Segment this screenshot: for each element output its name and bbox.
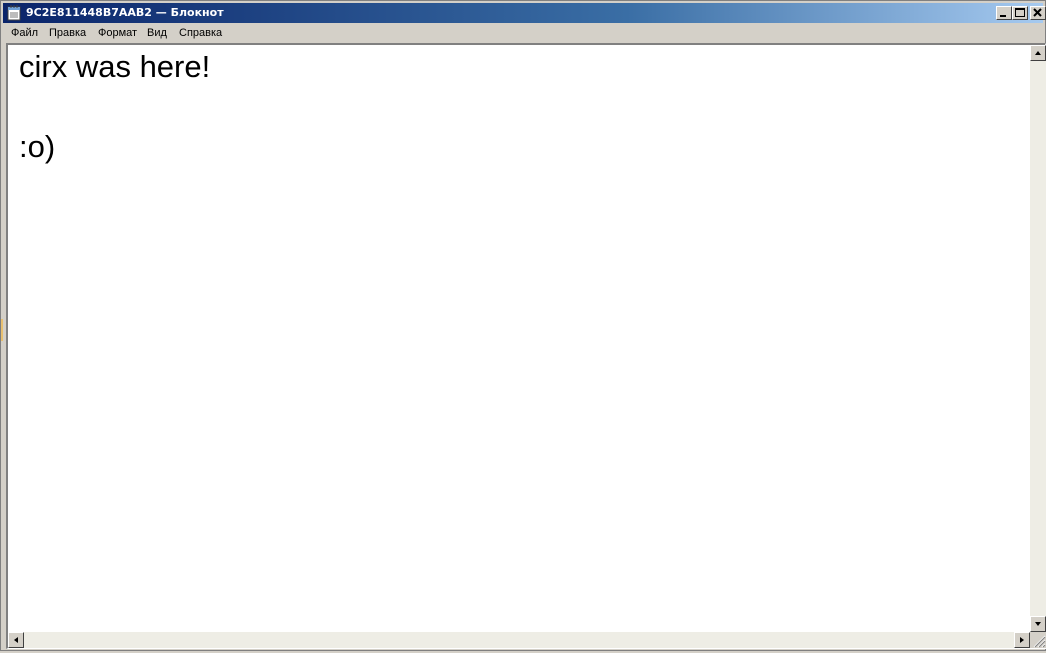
notepad-icon[interactable] xyxy=(7,5,21,21)
close-button[interactable] xyxy=(1030,6,1046,20)
minimize-button[interactable] xyxy=(996,6,1012,20)
arrow-left-icon xyxy=(14,637,18,643)
menu-format[interactable]: Формат xyxy=(98,26,137,40)
arrow-right-icon xyxy=(1020,637,1024,643)
scroll-up-button[interactable] xyxy=(1030,45,1046,61)
close-icon xyxy=(1033,8,1042,17)
maximize-icon xyxy=(1015,8,1025,17)
scroll-right-button[interactable] xyxy=(1014,632,1030,648)
notepad-window: 9C2E811448B7AAB2 — Блокнот Файл Правка Ф… xyxy=(0,0,1046,651)
title-bar[interactable]: 9C2E811448B7AAB2 — Блокнот xyxy=(3,3,1046,23)
scroll-left-button[interactable] xyxy=(8,632,24,648)
window-edge-accent xyxy=(1,319,3,341)
menu-bar: Файл Правка Формат Вид Справка xyxy=(3,24,1043,42)
text-editor[interactable]: cirx was here! :o) xyxy=(8,45,1029,630)
text-line: :o) xyxy=(19,129,56,164)
maximize-button[interactable] xyxy=(1012,6,1028,20)
resize-grip-icon xyxy=(1033,635,1046,648)
menu-file[interactable]: Файл xyxy=(11,26,38,40)
horizontal-scrollbar[interactable] xyxy=(8,632,1030,648)
menu-view[interactable]: Вид xyxy=(147,26,167,40)
text-line: cirx was here! xyxy=(19,49,211,84)
vertical-scrollbar[interactable] xyxy=(1030,45,1046,632)
menu-help[interactable]: Справка xyxy=(179,26,222,40)
editor-frame: cirx was here! :o) xyxy=(6,43,1046,649)
arrow-up-icon xyxy=(1035,51,1041,55)
minimize-icon xyxy=(1000,15,1006,17)
scroll-down-button[interactable] xyxy=(1030,616,1046,632)
window-title: 9C2E811448B7AAB2 — Блокнот xyxy=(26,6,224,19)
arrow-down-icon xyxy=(1035,622,1041,626)
menu-edit[interactable]: Правка xyxy=(49,26,86,40)
resize-grip[interactable] xyxy=(1030,632,1046,648)
